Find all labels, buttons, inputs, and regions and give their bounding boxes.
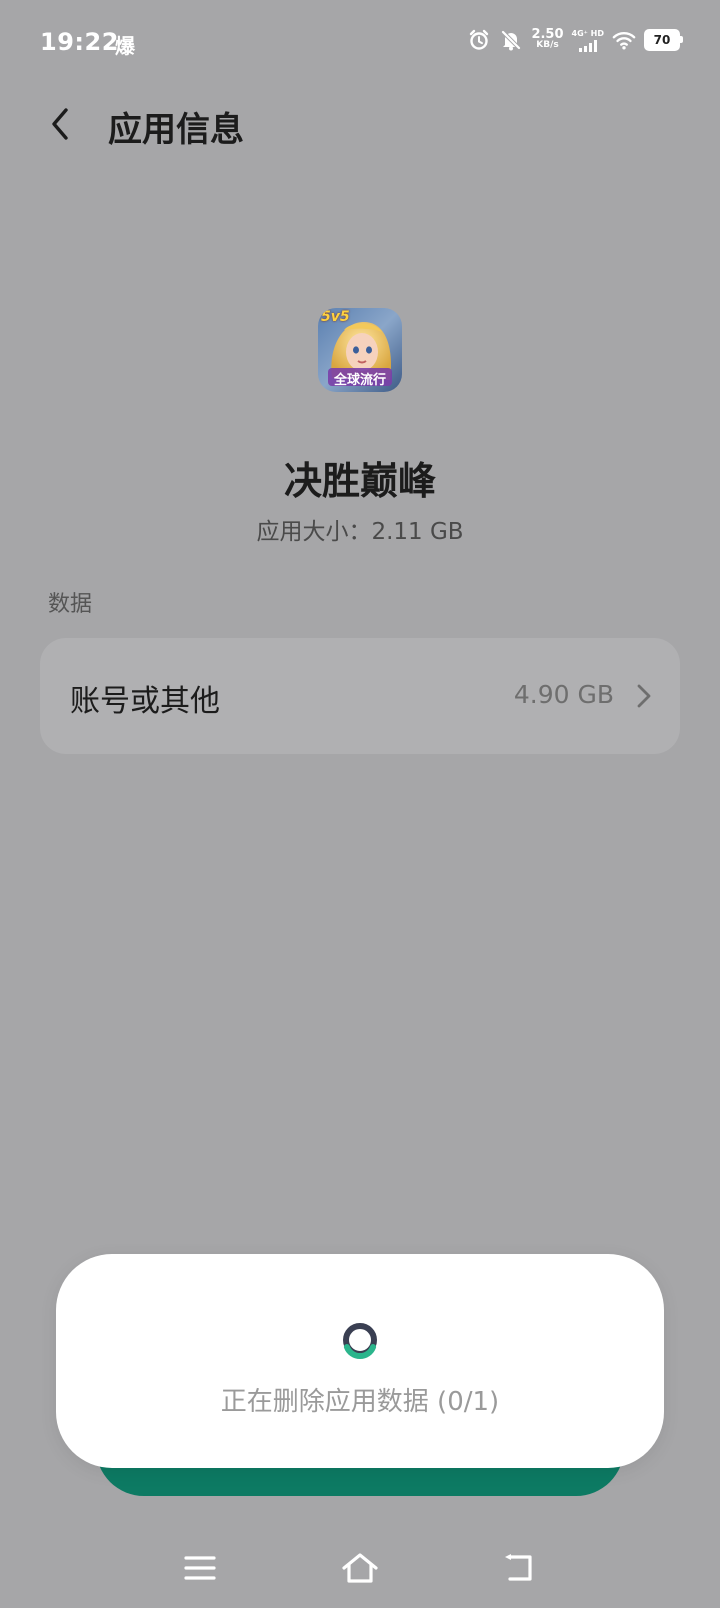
alarm-icon [467,28,491,52]
network-speed: 2.50 KB/s [531,27,564,51]
home-icon [342,1553,378,1583]
app-bar: 应用信息 [0,90,720,160]
app-icon: 5v5 全球流行 [318,308,402,392]
menu-icon [184,1556,216,1580]
navigation-bar [0,1530,720,1608]
chevron-right-icon [637,684,651,708]
progress-message: 正在删除应用数据 (0/1) [220,1387,500,1417]
status-burst-indicator: 爆 [115,34,135,58]
network-speed-value: 2.50 [531,27,564,42]
back-nav-button[interactable] [498,1548,542,1588]
status-time: 19:22 [40,28,119,56]
app-name: 决胜巅峰 [283,459,436,503]
app-size: 应用大小：2.11 GB [256,519,464,545]
mute-bell-icon [499,28,523,52]
status-bar: 19:22 爆 2.50 KB/s 4G⁺ HD 70 [0,0,720,90]
home-button[interactable] [338,1548,382,1588]
battery-icon: 70 [644,29,683,51]
chevron-left-icon [52,108,68,140]
app-icon-badge: 5v5 [321,309,350,325]
app-icon-banner: 全球流行 [333,373,386,388]
network-type-label: 4G⁺ HD [571,28,604,38]
signal-icon: 4G⁺ HD [572,29,604,52]
battery-level: 70 [653,33,671,47]
account-data-label: 账号或其他 [70,684,220,719]
menu-button[interactable] [178,1548,222,1588]
back-button[interactable] [40,104,80,144]
network-speed-unit: KB/s [536,40,559,50]
account-data-row[interactable]: 账号或其他 4.90 GB [40,638,680,754]
wifi-icon [612,28,636,52]
status-icons: 2.50 KB/s 4G⁺ HD 70 [467,27,683,52]
loading-spinner-icon [343,1323,377,1359]
page-title: 应用信息 [108,110,244,150]
section-label-data: 数据 [48,592,93,617]
progress-dialog: 正在删除应用数据 (0/1) [56,1254,664,1468]
back-icon [505,1554,532,1581]
account-data-size: 4.90 GB [513,680,614,709]
